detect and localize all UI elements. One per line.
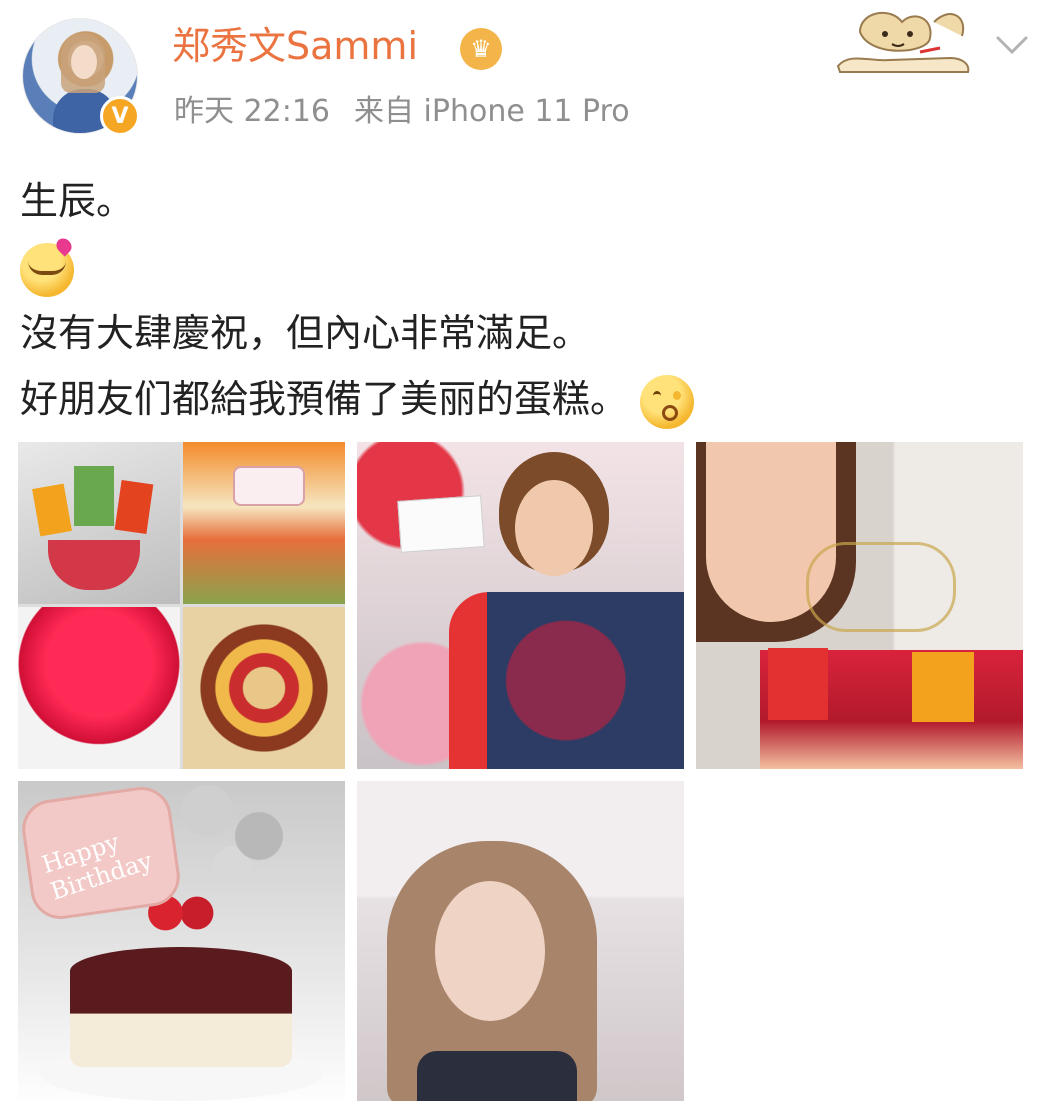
collage-snack-cake xyxy=(18,442,180,604)
post-header: V 郑秀文Sammi ♛ 昨天 22:16 来自 iPhone 11 Pro xyxy=(0,0,1037,150)
post-line: 沒有大肆慶祝，但內心非常滿足。 xyxy=(20,311,591,355)
post-emoji-line xyxy=(20,234,1020,300)
post-line: 生辰。 xyxy=(20,179,135,223)
post-line-with-emoji: 好朋友们都給我預備了美丽的蛋糕。 xyxy=(20,366,1020,432)
image-thumbnail-chocolate-birthday-cake[interactable] xyxy=(18,781,345,1101)
verified-v-icon: V xyxy=(100,96,140,136)
chevron-down-icon[interactable] xyxy=(992,30,1032,60)
crown-icon[interactable]: ♛ xyxy=(460,28,502,70)
image-thumbnail-flowers-selfie[interactable] xyxy=(357,442,684,769)
post-source: 来自 iPhone 11 Pro xyxy=(354,94,630,129)
image-thumbnail-cake-collage[interactable] xyxy=(18,442,345,769)
username[interactable]: 郑秀文Sammi xyxy=(172,24,418,70)
collage-rose-cake xyxy=(18,607,180,769)
image-thumbnail-snacks-cake-selfie[interactable] xyxy=(696,442,1023,769)
dog-decoration-icon xyxy=(836,12,970,73)
collage-floral-cake xyxy=(183,442,345,604)
kissing-face-emoji xyxy=(640,374,695,429)
post-text: 生辰。 沒有大肆慶祝，但內心非常滿足。 好朋友们都給我預備了美丽的蛋糕。 xyxy=(20,168,1020,432)
collage-fruit-tart xyxy=(183,607,345,769)
post-line: 好朋友们都給我預備了美丽的蛋糕。 xyxy=(20,377,629,421)
post-meta: 昨天 22:16 来自 iPhone 11 Pro xyxy=(174,94,654,130)
post-time: 昨天 22:16 xyxy=(174,94,330,129)
hugging-face-emoji xyxy=(20,242,74,297)
image-thumbnail-portrait-selfie[interactable] xyxy=(357,781,684,1101)
